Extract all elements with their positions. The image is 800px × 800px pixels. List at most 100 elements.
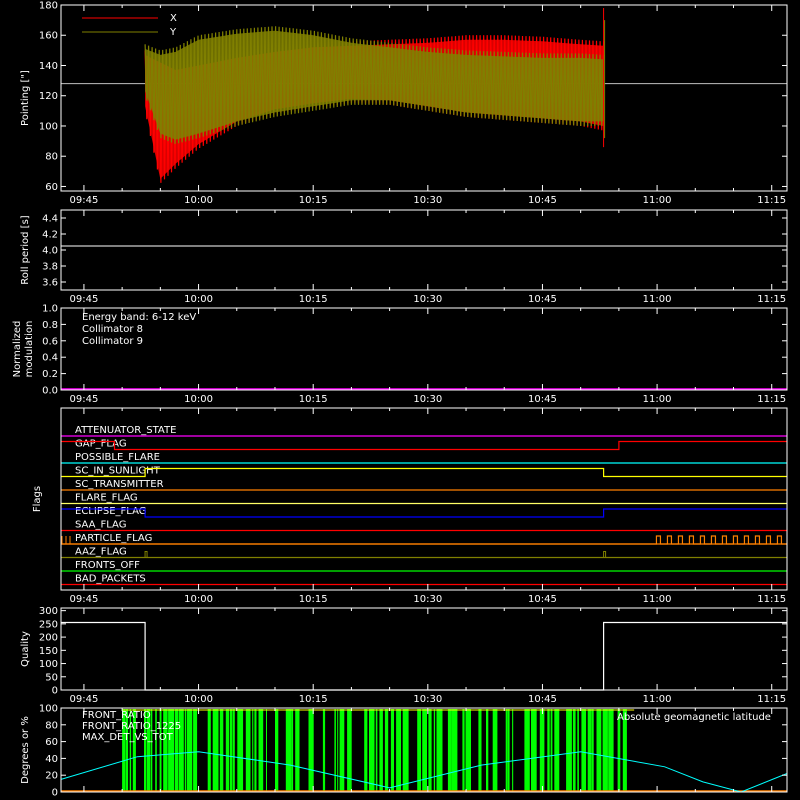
modulation-ylabel-1: Normalized — [12, 321, 23, 378]
front-ratio-1225-bar — [547, 709, 550, 791]
front-ratio-1225-bar — [447, 709, 452, 791]
quality-ytick-label: 0 — [52, 686, 58, 697]
front-ratio-1225-bar — [184, 709, 187, 791]
front-ratio-1225-bar — [587, 709, 592, 791]
pointing-xtick-label: 10:45 — [528, 195, 557, 206]
front-ratio-1225-bar — [524, 709, 530, 791]
pointing-ytick-label: 100 — [39, 121, 58, 132]
flag-label-10: FRONTS_OFF — [75, 560, 140, 571]
front-ratio-1225-bar — [505, 709, 508, 791]
front-ratio-1225-bar — [486, 709, 489, 791]
modulation-ytick-label: 0.8 — [42, 320, 58, 331]
roll-ytick-label: 4.4 — [42, 214, 58, 225]
front-ratio-1225-bar — [193, 709, 198, 791]
quality-xtick-label: 09:45 — [70, 694, 99, 705]
front-ratio-1225-bar — [396, 709, 401, 791]
flags-xtick-label: 10:45 — [528, 594, 557, 605]
front-ratio-1225-bar — [212, 709, 219, 791]
modulation-xtick-label: 10:30 — [413, 394, 442, 405]
modulation-legend-2: Collimator 9 — [82, 336, 143, 347]
front-ratio-1225-bar — [308, 709, 314, 791]
ratios-ytick-label: 60 — [45, 737, 58, 748]
flags-xtick-label: 11:00 — [643, 594, 672, 605]
front-ratio-1225-bar — [492, 709, 498, 791]
modulation-legend-1: Collimator 8 — [82, 324, 143, 335]
quality-ytick-label: 300 — [39, 606, 58, 617]
modulation-xtick-label: 09:45 — [70, 394, 99, 405]
front-ratio-1225-bar — [334, 709, 336, 791]
front-ratio-1225-bar — [207, 709, 211, 791]
flag-aaz-blip — [603, 551, 607, 558]
ratios-legend-1: FRONT_RATIO_1225 — [82, 721, 181, 732]
flags-xtick-label: 10:00 — [184, 594, 213, 605]
front-ratio-1225-bar — [581, 709, 587, 791]
front-ratio-1225-bar — [478, 709, 482, 791]
pointing-legend-label-1: Y — [169, 27, 177, 38]
modulation-ytick-label: 0.0 — [42, 386, 58, 397]
quality-ylabel: Quality — [20, 631, 31, 667]
front-ratio-1225-bar — [462, 709, 465, 791]
flags-xtick-label: 10:30 — [413, 594, 442, 605]
ratios-legend-geomag: Absolute geomagnetic latitude — [617, 712, 771, 723]
roll-xtick-label: 10:15 — [299, 294, 328, 305]
roll-ytick-label: 4.0 — [42, 246, 58, 257]
roll-xtick-label: 10:30 — [413, 294, 442, 305]
flag-label-4: SC_TRANSMITTER — [75, 479, 164, 490]
ratios-ytick-label: 0 — [52, 788, 58, 799]
front-ratio-1225-bar — [451, 709, 458, 791]
flag-label-11: BAD_PACKETS — [75, 574, 146, 585]
quality-ytick-label: 150 — [39, 646, 58, 657]
flag-label-5: FLARE_FLAG — [75, 493, 138, 504]
ratios-ytick-label: 40 — [45, 754, 58, 765]
modulation-ytick-label: 1.0 — [42, 304, 58, 315]
quality-xtick-label: 10:15 — [299, 694, 328, 705]
front-ratio-1225-bar — [275, 709, 279, 791]
ratios-ytick-label: 80 — [45, 720, 58, 731]
front-ratio-1225-bar — [428, 709, 432, 791]
front-ratio-1225-bar — [390, 709, 394, 791]
roll-xtick-label: 10:00 — [184, 294, 213, 305]
flag-particle-pulses — [61, 535, 787, 545]
front-ratio-1225-bar — [375, 709, 378, 791]
front-ratio-1225-bar — [232, 709, 235, 791]
modulation-xtick-label: 10:15 — [299, 394, 328, 405]
pointing-legend-label-0: X — [170, 13, 177, 24]
front-ratio-1225-bar — [291, 709, 294, 791]
quality-frame — [60, 607, 788, 691]
roll-xtick-label: 11:15 — [757, 294, 786, 305]
flags-ylabel: Flags — [32, 486, 43, 512]
quicklook-figure: X Y 60 80 100 120 140 160 180 09:45 10:00 10:15 10:3… — [0, 0, 800, 800]
pointing-xtick-label: 10:15 — [299, 195, 328, 206]
front-ratio-1225-bar — [229, 709, 232, 791]
pointing-xtick-label: 11:00 — [643, 195, 672, 206]
front-ratio-1225-bar — [602, 709, 608, 791]
front-ratio-1225-bar — [285, 709, 292, 791]
front-ratio-1225-bar — [592, 709, 594, 791]
quality-ytick-label: 200 — [39, 633, 58, 644]
front-ratio-1225-bar — [237, 709, 244, 791]
flags-xtick-label: 11:15 — [757, 594, 786, 605]
flag-line-6 — [61, 508, 787, 518]
flag-label-6: ECLIPSE_FLAG — [75, 506, 146, 517]
ratios-ytick-label: 100 — [39, 704, 58, 715]
quality-ytick-label: 50 — [45, 672, 58, 683]
pointing-xtick-label: 11:15 — [757, 195, 786, 206]
front-ratio-1225-bar — [369, 709, 375, 791]
front-ratio-1225-bar — [225, 709, 230, 791]
pointing-xtick-label: 10:00 — [184, 195, 213, 206]
front-ratio-1225-bar — [252, 709, 254, 791]
front-ratio-1225-bar — [417, 709, 421, 791]
pointing-ylabel: Pointing ["] — [20, 70, 31, 126]
modulation-xtick-label: 10:00 — [184, 394, 213, 405]
roll-frame — [60, 209, 788, 291]
pointing-ytick-label: 180 — [39, 1, 58, 12]
flag-label-9: AAZ_FLAG — [75, 547, 127, 558]
front-ratio-1225-bar — [531, 709, 537, 791]
ratios-ylabel: Degrees or % — [20, 716, 31, 784]
roll-xtick-label: 09:45 — [70, 294, 99, 305]
front-ratio-1225-bar — [539, 709, 545, 791]
front-ratio-1225-bar — [258, 709, 264, 791]
front-ratio-1225-bar — [508, 709, 510, 791]
front-ratio-1225-bar — [465, 709, 471, 791]
front-ratio-1225-bar — [186, 709, 193, 791]
